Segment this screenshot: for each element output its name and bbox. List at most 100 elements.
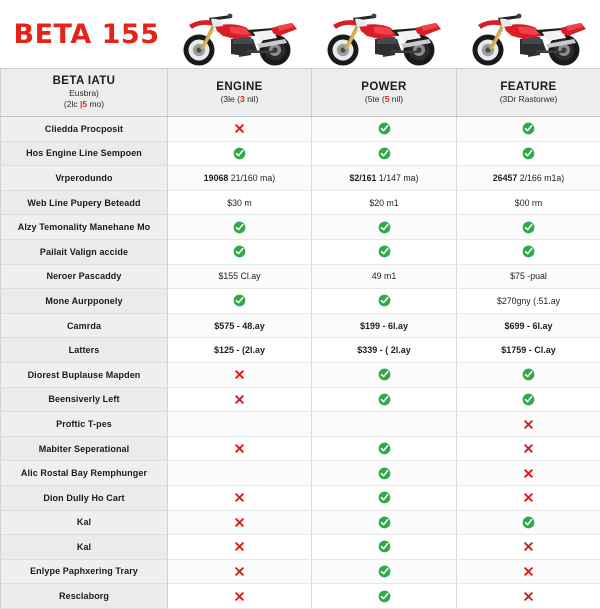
cell-text: $30 m (168, 190, 312, 215)
cell-check (312, 535, 457, 560)
table-row: Mone Aurpponely $270gny (.51.ay (1, 289, 600, 314)
row-label: Alzy Temonality Manehane Mo (1, 215, 168, 240)
price-text: $125 - (2l.ay (214, 345, 265, 355)
cell-check (312, 289, 457, 314)
cell-cross (168, 387, 312, 412)
header-title: ENGINE (170, 80, 309, 94)
cell-empty (168, 461, 312, 486)
table-row: Dion Dully Ho Cart (1, 485, 600, 510)
value-rest: 21/160 ma) (228, 173, 275, 183)
column-header-feature: FEATURE(3Dr Rastorwe) (457, 69, 600, 117)
header-subtitle-2: (3Dr Rastorwe) (459, 94, 598, 105)
motorcycle-icon (173, 6, 305, 68)
cell-price: $699 - 6l.ay (457, 313, 600, 338)
cell-check (312, 215, 457, 240)
green-check-circle-icon (378, 393, 391, 406)
cell-check (168, 239, 312, 264)
table-row: Enlype Paphxering Trary (1, 559, 600, 584)
header-subtitle-1: Eusbra) (3, 88, 165, 99)
page-title: BETA 155 (13, 19, 159, 50)
table-row: Kal (1, 510, 600, 535)
red-cross-icon (234, 566, 245, 577)
cell-check (457, 239, 600, 264)
cell-cross (168, 559, 312, 584)
table-row: Diorest Buplause Mapden (1, 362, 600, 387)
green-check-circle-icon (233, 147, 246, 160)
row-label: Mone Aurpponely (1, 289, 168, 314)
cell-check (168, 289, 312, 314)
row-label: Beensiverly Left (1, 387, 168, 412)
green-check-circle-icon (522, 221, 535, 234)
cell-price: $575 - 48.ay (168, 313, 312, 338)
cell-text: $270gny (.51.ay (457, 289, 600, 314)
cell-text: $00 rm (457, 190, 600, 215)
green-check-circle-icon (378, 491, 391, 504)
table-row: Web Line Pupery Beteadd$30 m $20 m1 $00 rm (1, 190, 600, 215)
table-row: Alzy Temonality Manehane Mo (1, 215, 600, 240)
cell-check (457, 362, 600, 387)
cell-empty (168, 412, 312, 437)
green-check-circle-icon (378, 442, 391, 455)
value-rest: $00 rm (515, 198, 542, 208)
table-row: Hos Engine Line Sempoen (1, 141, 600, 166)
header-row: BETA IATUEusbra)(2lc |5 mo)ENGINE(3le (3… (1, 69, 600, 117)
red-cross-icon (234, 443, 245, 454)
cell-check (168, 215, 312, 240)
cell-check (457, 387, 600, 412)
cell-cross (457, 485, 600, 510)
cell-text: 19068 21/160 ma) (168, 166, 312, 191)
cell-check (312, 117, 457, 142)
green-check-circle-icon (233, 245, 246, 258)
column-header-power: POWER(5te (5 nil) (312, 69, 457, 117)
price-text: $339 - ( 2l.ay (357, 345, 411, 355)
green-check-circle-icon (378, 540, 391, 553)
row-label: Web Line Pupery Beteadd (1, 190, 168, 215)
red-cross-icon (234, 492, 245, 503)
red-cross-icon (523, 566, 534, 577)
cell-text: $75 -pual (457, 264, 600, 289)
cell-cross (168, 584, 312, 609)
table-row: Mabiter Seperational (1, 436, 600, 461)
green-check-circle-icon (378, 516, 391, 529)
green-check-circle-icon (522, 368, 535, 381)
cell-check (312, 461, 457, 486)
table-row: Camrda$575 - 48.ay$199 - 6l.ay$699 - 6l.… (1, 313, 600, 338)
cell-price: $1759 - Cl.ay (457, 338, 600, 363)
green-check-circle-icon (522, 122, 535, 135)
table-body: Cliedda Procposit Hos Engine Line Sempoe… (1, 117, 600, 609)
column-header-engine: ENGINE(3le (3 nil) (168, 69, 312, 117)
header-title: POWER (314, 80, 454, 94)
motorcycle-icon (462, 6, 594, 68)
price-text: $575 - 48.ay (214, 321, 265, 331)
row-label: Diorest Buplause Mapden (1, 362, 168, 387)
row-label: Neroer Pascaddy (1, 264, 168, 289)
red-cross-icon (234, 369, 245, 380)
value-rest: $20 m1 (369, 198, 398, 208)
green-check-circle-icon (378, 147, 391, 160)
green-check-circle-icon (378, 245, 391, 258)
cell-check (312, 559, 457, 584)
value-rest: $155 Cl.ay (218, 271, 260, 281)
bike-image-engine (167, 0, 311, 68)
cell-check (312, 387, 457, 412)
banner: BETA 155 (0, 0, 600, 68)
table-row: Vrperodundo19068 21/160 ma)$2/161 1/147 … (1, 166, 600, 191)
cell-text: 49 m1 (312, 264, 457, 289)
row-label: Alic Rostal Bay Remphunger (1, 461, 168, 486)
cell-price: $125 - (2l.ay (168, 338, 312, 363)
cell-cross (168, 117, 312, 142)
cell-price: $199 - 6l.ay (312, 313, 457, 338)
green-check-circle-icon (378, 221, 391, 234)
cell-cross (457, 535, 600, 560)
column-header-criteria: BETA IATUEusbra)(2lc |5 mo) (1, 69, 168, 117)
red-cross-icon (523, 443, 534, 454)
row-label: Kal (1, 510, 168, 535)
comparison-table: BETA IATUEusbra)(2lc |5 mo)ENGINE(3le (3… (0, 68, 600, 609)
value-rest: $75 -pual (510, 271, 547, 281)
value-rest: $270gny (.51.ay (497, 296, 560, 306)
table-row: Proftic T-pes (1, 412, 600, 437)
cell-check (312, 239, 457, 264)
table-row: Alic Rostal Bay Remphunger (1, 461, 600, 486)
red-cross-icon (523, 591, 534, 602)
header-subtitle-2: (5te (5 nil) (314, 94, 454, 105)
